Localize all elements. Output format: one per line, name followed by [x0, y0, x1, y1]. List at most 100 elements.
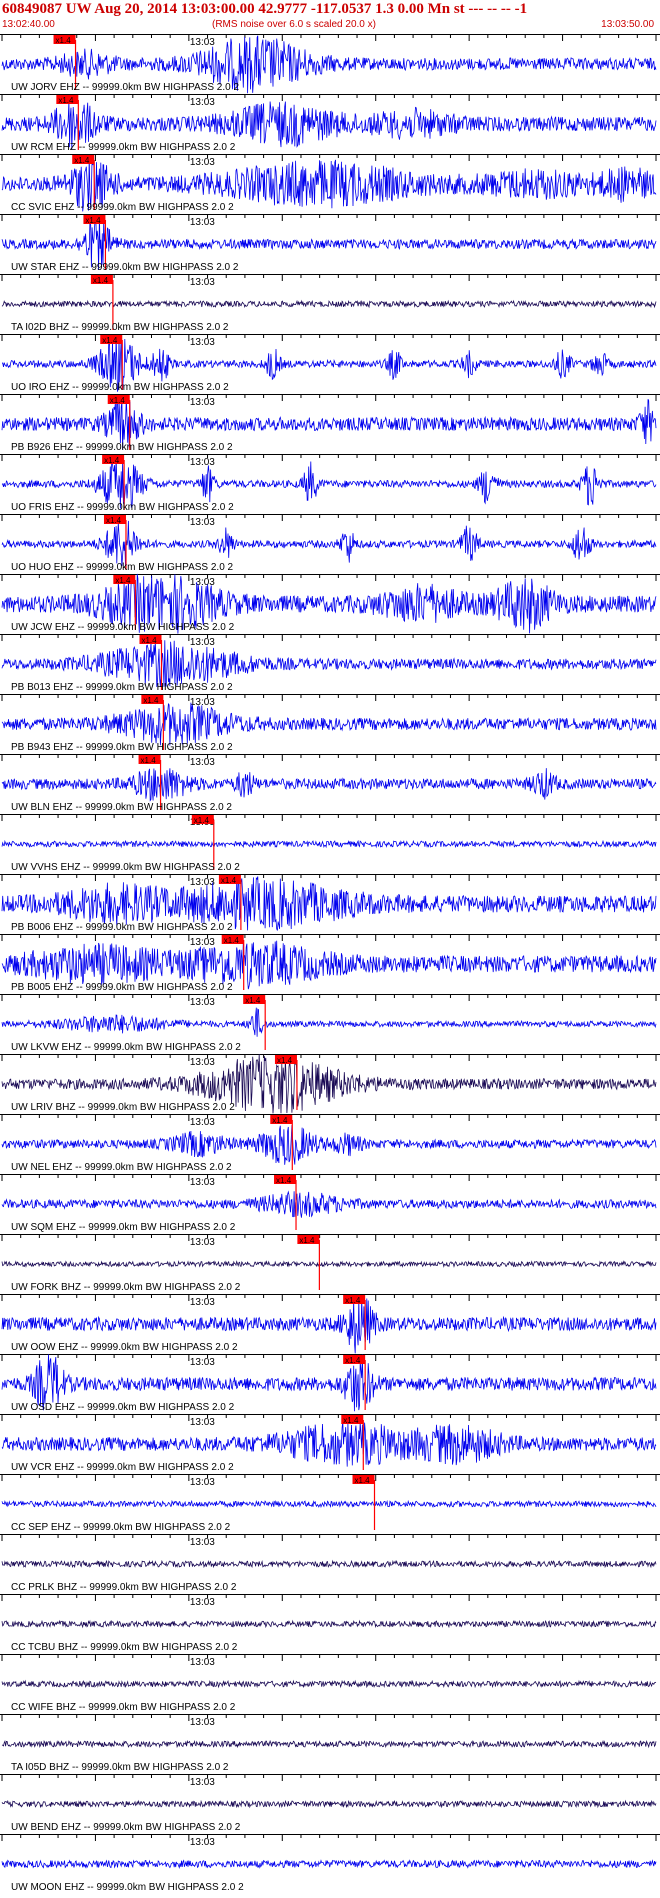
waveform-trace	[1, 839, 657, 849]
minute-label: 13:03	[190, 277, 215, 288]
station-label: UW VCR EHZ -- 99999.0km BW HIGHPASS 2.0 …	[11, 1462, 234, 1473]
minute-label: 13:03	[190, 1657, 215, 1668]
waveform-trace	[1, 768, 657, 802]
station-row: 13:03 x1.4 CC SEP EHZ -- 99999.0km BW HIGH…	[0, 1474, 660, 1533]
minute-label: 13:03	[190, 1237, 215, 1248]
station-label: UW MOON EHZ -- 99999.0km BW HIGHPASS 2.0…	[11, 1882, 244, 1893]
station-label: UW OOW EHZ -- 99999.0km BW HIGHPASS 2.0 …	[11, 1342, 238, 1353]
waveform-trace	[1, 1799, 657, 1809]
pick-label: x1.4	[104, 456, 120, 465]
waveform-trace	[1, 1124, 657, 1165]
station-row: 13:03x1.4UW VVHS EHZ -- 99999.0km BW HIG…	[0, 814, 660, 873]
station-row: 13:03 x1.4 UW RCM EHZ -- 99999.0km BW HIGH…	[0, 94, 660, 153]
station-label: PB B926 EHZ -- 99999.0km BW HIGHPASS 2.0…	[11, 442, 233, 453]
minute-label: 13:03	[190, 1597, 215, 1608]
pick-label: x1.4	[272, 1116, 288, 1125]
waveform-trace	[1, 1190, 657, 1218]
pick-label: x1.4	[102, 336, 118, 345]
station-label: UW RCM EHZ -- 99999.0km BW HIGHPASS 2.0 …	[11, 142, 236, 153]
pick-label: x1.4	[141, 756, 157, 765]
station-label: PB B005 EHZ -- 99999.0km BW HIGHPASS 2.0…	[11, 982, 233, 993]
minute-label: 13:03	[190, 1357, 215, 1368]
station-row: 13:03x1.4UW JCW EHZ -- 99999.0km BW HIGH…	[0, 573, 660, 634]
station-row: 13:03 CC PRLK BHZ -- 99999.0km BW HIGHPAS…	[0, 1534, 660, 1593]
minute-label: 13:03	[190, 1297, 215, 1308]
waveform-trace	[1, 1859, 657, 1869]
minute-label: 13:03	[190, 997, 215, 1008]
minute-label: 13:03	[190, 697, 215, 708]
minute-label: 13:03	[190, 397, 215, 408]
station-label: UW VVHS EHZ -- 99999.0km BW HIGHPASS 2.0…	[11, 862, 240, 873]
end-time: 13:03:50.00	[601, 19, 654, 30]
waveform-trace	[1, 1499, 657, 1509]
station-row: 13:03 x1.4 UO IRO EHZ -- 99999.0km BW HIGH…	[0, 334, 660, 393]
pick-label: x1.4	[194, 816, 210, 825]
waveform-trace	[1, 640, 657, 688]
station-row: 13:03 x1.4 TA I02D BHZ -- 99999.0km BW HIG…	[0, 274, 660, 333]
waveform-trace	[1, 1739, 657, 1749]
station-label: UW JCW EHZ -- 99999.0km BW HIGHPASS 2.0 …	[11, 622, 235, 633]
pick-label: x1.4	[224, 936, 240, 945]
waveform-trace	[1, 1260, 657, 1268]
pick-label: x1.4	[93, 276, 109, 285]
minute-label: 13:03	[190, 97, 215, 108]
station-label: PB B006 EHZ -- 99999.0km BW HIGHPASS 2.0…	[11, 922, 233, 933]
time-header: 13:02:40.00 (RMS noise over 6.0 s scaled…	[2, 19, 658, 33]
station-row: 13:03 x1.4 UW FORK BHZ -- 99999.0km BW HIG…	[0, 1234, 660, 1293]
pick-label: x1.4	[345, 1296, 361, 1305]
pick-label: x1.4	[343, 1416, 359, 1425]
pick-label: x1.4	[56, 36, 72, 45]
waveform-trace	[1, 1007, 657, 1037]
pick-label: x1.4	[141, 636, 157, 645]
station-row: 13:03 x1.4 PB B005 EHZ -- 99999.0km BW HIG…	[0, 934, 660, 993]
minute-label: 13:03	[190, 1537, 215, 1548]
station-row: 13:03 TA I05D BHZ -- 99999.0km BW HIGHPAS…	[0, 1714, 660, 1773]
pick-label: x1.4	[221, 876, 237, 885]
station-row: 13:03 x1.4 PB B006 EHZ -- 99999.0km BW HIG…	[0, 874, 660, 933]
station-label: UO HUO EHZ -- 99999.0km BW HIGHPASS 2.0 …	[11, 562, 234, 573]
minute-label: 13:03	[190, 937, 215, 948]
minute-label: 13:03	[190, 1417, 215, 1428]
station-row: 13:03 x1.4 PB B926 EHZ -- 99999.0km BW HIG…	[0, 394, 660, 453]
minute-label: 13:03	[190, 877, 215, 888]
pick-label: x1.4	[299, 1236, 315, 1245]
station-label: UO IRO EHZ -- 99999.0km BW HIGHPASS 2.0 …	[11, 382, 229, 393]
waveform-trace	[1, 1559, 657, 1569]
station-row: 13:03 x1.4 UO HUO EHZ -- 99999.0km BW HIGH…	[0, 514, 660, 573]
minute-label: 13:03	[190, 457, 215, 468]
station-row: 13:03 x1.4 UW OSD EHZ -- 99999.0km BW HIGH…	[0, 1354, 660, 1413]
station-label: UW STAR EHZ -- 99999.0km BW HIGHPASS 2.0…	[11, 262, 239, 273]
station-label: UW NEL EHZ -- 99999.0km BW HIGHPASS 2.0 …	[11, 1162, 232, 1173]
start-time: 13:02:40.00	[2, 19, 55, 30]
station-row: 13:03 x1.4 UW JORV EHZ -- 99999.0km BW HIG…	[0, 34, 660, 94]
waveform-trace	[1, 702, 657, 746]
station-row: 13:03 x1.4 CC SVIC EHZ -- 99999.0km BW HIG…	[0, 154, 660, 213]
waveform-trace	[1, 1619, 657, 1629]
waveform-trace	[1, 1420, 657, 1467]
station-row: 13:03 x1.4 PB B943 EHZ -- 99999.0km BW HIG…	[0, 694, 660, 753]
station-label: TA I05D BHZ -- 99999.0km BW HIGHPASS 2.0…	[11, 1762, 229, 1773]
station-row: 13:03 UW BEND EHZ -- 99999.0km BW HIGHPAS…	[0, 1774, 660, 1833]
station-label: UW LRIV BHZ -- 99999.0km BW HIGHPASS 2.0…	[11, 1102, 235, 1113]
minute-label: 13:03	[190, 1057, 215, 1068]
pick-label: x1.4	[110, 396, 126, 405]
pick-label: x1.4	[245, 996, 261, 1005]
minute-label: 13:03	[190, 637, 215, 648]
station-label: UO FRIS EHZ -- 99999.0km BW HIGHPASS 2.0…	[11, 502, 234, 513]
seismogram-chart: 13:03 x1.4 UW JORV EHZ -- 99999.0km BW HIG…	[0, 34, 660, 1893]
station-row: 13:03 x1.4 UW LKVW EHZ -- 99999.0km BW HIG…	[0, 994, 660, 1053]
rms-note: (RMS noise over 6.0 s scaled 20.0 x)	[212, 19, 376, 30]
pick-label: x1.4	[355, 1476, 371, 1485]
waveform-trace	[1, 1679, 657, 1689]
station-label: PB B013 EHZ -- 99999.0km BW HIGHPASS 2.0…	[11, 682, 233, 693]
station-row: 13:03 x1.4 UW SQM EHZ -- 99999.0km BW HIGH…	[0, 1174, 660, 1233]
minute-label: 13:03	[190, 1717, 215, 1728]
station-label: UW BEND EHZ -- 99999.0km BW HIGHPASS 2.0…	[11, 1822, 241, 1833]
station-label: PB B943 EHZ -- 99999.0km BW HIGHPASS 2.0…	[11, 742, 233, 753]
minute-label: 13:03	[190, 1117, 215, 1128]
pick-label: x1.4	[345, 1356, 361, 1365]
station-row: 13:03 x1.4 UW NEL EHZ -- 99999.0km BW HIGH…	[0, 1114, 660, 1173]
station-label: UW JORV EHZ -- 99999.0km BW HIGHPASS 2.0…	[11, 82, 239, 93]
minute-label: 13:03	[190, 157, 215, 168]
pick-label: x1.4	[276, 1176, 292, 1185]
